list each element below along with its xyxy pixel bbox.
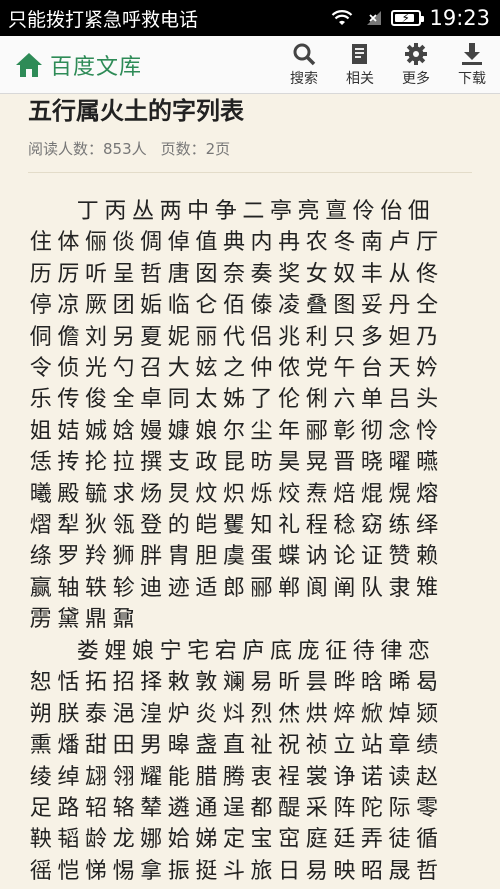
- document-meta: 阅读人数：853人 页数：2页: [28, 138, 230, 159]
- title-divider: [28, 172, 472, 173]
- status-bar: 只能拨打紧急呼救电话 ⚡ 19:23: [0, 0, 500, 36]
- search-icon: [293, 43, 316, 66]
- character-paragraph-1: 丁丙丛两中争二亭亮亶伶佁佃住体俪倓倜倬值典内冉农冬南卢厅历厉听呈哲唐囡奈奏奖女奴…: [0, 196, 500, 635]
- brand[interactable]: 百度文库: [14, 49, 142, 81]
- search-button[interactable]: 搜索: [276, 36, 332, 94]
- character-row: 乐传俊全卓同太姊了伦俐六单吕头: [29, 387, 439, 413]
- toolbar: 搜索 相关 更多 下载: [276, 36, 500, 94]
- wifi-icon: [332, 10, 353, 25]
- status-icons: ⚡ 19:23: [331, 6, 490, 30]
- battery-icon: ⚡: [391, 10, 425, 26]
- character-row: 侗儋刘另夏妮丽代侣兆利只多妲乃: [29, 324, 439, 350]
- page-count: 页数：2页: [160, 140, 231, 158]
- character-row: 恁抟抡拉撰支政昆昉昊晃晋晓曜曣: [29, 450, 439, 476]
- character-row: 雳黛鼎鼐: [29, 607, 135, 633]
- character-row: 鞅韬龄龙娜姶娣定宝窋庭廷弄徒循: [29, 827, 439, 853]
- character-row: 朔朕泰浥湟炉炎炓烈烋烘焠焮焯颎: [29, 701, 439, 727]
- character-row: 姐姞娍娢嫚嫝娘尔尘年郦彰彻念怜: [29, 418, 439, 444]
- character-row: 赢轴轶轸迪迹适郎郦郸阆阐队隶雉: [29, 575, 439, 601]
- app-name: 百度文库: [50, 54, 143, 80]
- character-row: 住体俪倓倜倬值典内冉农冬南卢厅: [29, 230, 439, 256]
- related-doc-icon: [352, 44, 367, 64]
- character-row: 令侦光勺召大妶之仲侬党午台天妗: [29, 355, 439, 381]
- character-row: 徭恺悌惕拿振挺斗旅日易映昭晟哲: [29, 858, 439, 884]
- character-row: 熏燔甜田男暤盏直祉祝祯立站章绩: [29, 733, 439, 759]
- document-title: 五行属火土的字列表: [28, 97, 244, 125]
- status-time: 19:23: [429, 6, 490, 30]
- reader-count: 阅读人数：853人: [28, 140, 147, 158]
- gear-icon: [405, 43, 427, 65]
- signal-off-icon: [367, 11, 382, 25]
- related-label: 相关: [346, 71, 374, 87]
- character-row: 绦罗羚狮胖胄胆虞蛋蝶讷论证赞赖: [29, 544, 439, 570]
- charging-bolt-icon: ⚡: [401, 11, 410, 25]
- character-row: 历厉听呈哲唐囡奈奏奖女奴丰从佟: [29, 261, 439, 287]
- more-label: 更多: [402, 71, 430, 87]
- character-paragraph-2: 娄娌娘宁宅宕庐底庞征待律恋恕恬拓招择敕敦斓易昕昙晔晗晞曷朔朕泰浥湟炉炎炓烈烋烘焠…: [0, 636, 500, 889]
- wenku-home-logo-icon: [16, 52, 42, 77]
- character-row: 足路轺辂辇遴通逞都醍采阵陀际零: [29, 795, 439, 821]
- character-row: 熠犁狄瓴登的皑矍知礼程稔窈练绎: [29, 512, 439, 538]
- character-row: 丁丙丛两中争二亭亮亶伶佁佃: [76, 199, 430, 224]
- character-row: 娄娌娘宁宅宕庐底庞征待律恋: [76, 639, 430, 664]
- more-button[interactable]: 更多: [388, 36, 444, 94]
- character-row: 恕恬拓招择敕敦斓易昕昙晔晗晞曷: [29, 670, 439, 696]
- search-label: 搜索: [290, 71, 318, 87]
- carrier-status-text: 只能拨打紧急呼救电话: [8, 8, 199, 31]
- app-header: 百度文库 搜索 相关 更多 下载: [0, 36, 500, 94]
- download-icon: [462, 43, 482, 65]
- character-row: 曦殿毓求炀炅炆炽烁烄焘焙焜熀熔: [29, 481, 439, 507]
- download-label: 下载: [458, 71, 486, 87]
- download-button[interactable]: 下载: [444, 36, 500, 94]
- character-row: 绫绰翃翎耀能腊腾衷裎裳诤诺读赵: [29, 764, 439, 790]
- related-button[interactable]: 相关: [332, 36, 388, 94]
- character-row: 停凉厥团姤临仑佰傣凌叠图妥丹仝: [29, 293, 439, 319]
- document-view[interactable]: 五行属火土的字列表 阅读人数：853人 页数：2页 丁丙丛两中争二亭亮亶伶佁佃住体…: [0, 94, 500, 889]
